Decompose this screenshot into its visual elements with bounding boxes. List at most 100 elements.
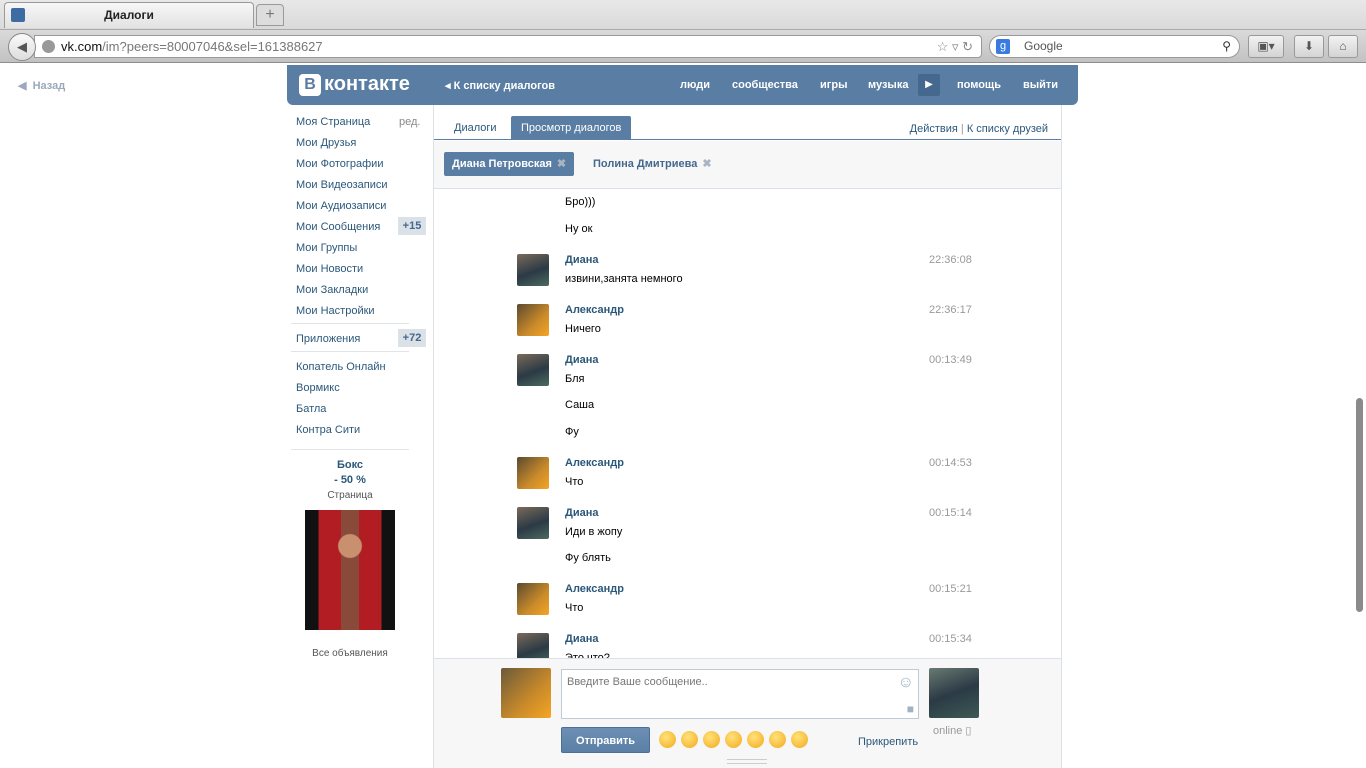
all-ads-link[interactable]: Все объявления	[291, 648, 409, 659]
bookmark-star-icon[interactable]: ☆ ▿ ↻	[937, 36, 973, 57]
peer-tab[interactable]: Полина Дмитриева ✖	[585, 152, 720, 176]
peer-tab[interactable]: Диана Петровская ✖	[444, 152, 575, 176]
emoji-icon[interactable]	[769, 731, 786, 748]
sidebar-item-groups[interactable]: Мои Группы	[296, 242, 357, 254]
ad-image[interactable]	[305, 510, 395, 630]
nav-games[interactable]: игры	[820, 79, 847, 91]
send-button[interactable]: Отправить	[561, 727, 650, 753]
sidebar-item-my-page[interactable]: Моя Страница	[296, 116, 370, 128]
ad-type: Страница	[327, 490, 373, 501]
sidebar-item-videos[interactable]: Мои Видеозаписи	[296, 179, 388, 191]
page-scrollbar[interactable]	[1356, 398, 1363, 612]
back-link[interactable]: ◀ Назад	[18, 79, 65, 92]
composer: Введите Ваше сообщение.. ☺ ■ online ▯ От…	[434, 658, 1061, 768]
peer-tabs: Диана Петровская ✖ Полина Дмитриева ✖	[434, 141, 1061, 189]
sender-name[interactable]: Диана	[565, 254, 598, 266]
app-link[interactable]: Батла	[296, 403, 326, 415]
smiley-icon[interactable]: ☺	[898, 674, 914, 692]
emoji-icon[interactable]	[791, 731, 808, 748]
vk-logo[interactable]: Вконтакте	[299, 73, 410, 96]
attach-link[interactable]: Прикрепить	[858, 736, 918, 748]
resize-handle[interactable]	[727, 759, 767, 764]
nav-logout[interactable]: выйти	[1023, 79, 1058, 91]
message-time: 22:36:08	[929, 253, 972, 266]
message-text: Ну ок	[565, 222, 593, 235]
message-text: Что	[565, 602, 584, 614]
logo-letter: В	[299, 73, 321, 96]
ad-block[interactable]: Бокс - 50 % Страница Все объявления	[291, 459, 409, 659]
messages-count-badge[interactable]: +15	[398, 217, 426, 235]
message-text: Что	[565, 475, 584, 488]
peer-avatar[interactable]	[929, 668, 979, 718]
emoji-icon[interactable]	[725, 731, 742, 748]
tabs: Диалоги Просмотр диалогов Действия | К с…	[434, 115, 1061, 140]
sidebar-item-news[interactable]: Мои Новости	[296, 263, 363, 275]
divider	[291, 323, 409, 324]
app-link[interactable]: Вормикс	[296, 382, 340, 394]
back-to-dialogs-link[interactable]: ◂ К списку диалогов	[445, 79, 555, 92]
message-text: Ничего	[565, 322, 601, 335]
message-time: 00:13:49	[929, 353, 972, 366]
apps-count-badge[interactable]: +72	[398, 329, 426, 347]
back-to-dialogs-label: К списку диалогов	[453, 80, 556, 92]
app-link[interactable]: Контра Сити	[296, 424, 360, 436]
sender-name[interactable]: Александр	[565, 304, 624, 316]
nav-communities[interactable]: сообщества	[732, 79, 798, 91]
bookmarks-button[interactable]: ▣▾	[1248, 35, 1284, 58]
nav-music[interactable]: музыка	[868, 79, 908, 91]
actions-link[interactable]: Действия	[910, 123, 958, 135]
my-avatar[interactable]	[501, 668, 551, 718]
sender-avatar[interactable]	[517, 506, 549, 539]
search-input[interactable]: g Google ⚲	[989, 35, 1240, 58]
sender-avatar[interactable]	[517, 353, 549, 386]
emoji-icon[interactable]	[659, 731, 676, 748]
back-button[interactable]: ◀	[8, 33, 36, 61]
emoji-icon[interactable]	[747, 731, 764, 748]
message-time: 00:15:34	[929, 633, 972, 645]
new-tab-button[interactable]: +	[256, 4, 284, 26]
sender-name[interactable]: Александр	[565, 457, 624, 469]
download-button[interactable]: ⬇	[1294, 35, 1324, 58]
globe-icon	[42, 40, 55, 53]
sender-avatar[interactable]	[517, 253, 549, 286]
message-input[interactable]: Введите Ваше сообщение.. ☺ ■	[561, 669, 919, 719]
address-bar[interactable]: vk.com/im?peers=80007046&sel=161388627 ☆ …	[34, 35, 982, 58]
dialog-panel: Диалоги Просмотр диалогов Действия | К с…	[433, 105, 1062, 768]
edit-link[interactable]: ред.	[399, 116, 420, 128]
sidebar-item-bookmarks[interactable]: Мои Закладки	[296, 284, 368, 296]
ad-title[interactable]: Бокс	[291, 459, 409, 471]
sidebar-item-friends[interactable]: Мои Друзья	[296, 137, 356, 149]
sender-name[interactable]: Диана	[565, 354, 598, 366]
close-icon[interactable]: ✖	[702, 158, 711, 170]
nav-help[interactable]: помощь	[957, 79, 1001, 91]
close-icon[interactable]: ✖	[557, 158, 566, 170]
friends-list-link[interactable]: К списку друзей	[967, 123, 1048, 135]
search-icon[interactable]: ⚲	[1222, 36, 1231, 57]
camera-icon[interactable]: ■	[907, 702, 914, 716]
sender-avatar[interactable]	[517, 456, 549, 489]
sender-avatar[interactable]	[517, 583, 549, 615]
emoji-icon[interactable]	[681, 731, 698, 748]
tab-view-dialogs[interactable]: Просмотр диалогов	[511, 116, 632, 140]
home-button[interactable]: ⌂	[1328, 35, 1358, 58]
sender-name[interactable]: Диана	[565, 507, 598, 519]
app-link[interactable]: Копатель Онлайн	[296, 361, 386, 373]
sender-name[interactable]: Диана	[565, 633, 598, 645]
nav-people[interactable]: люди	[680, 79, 710, 91]
tab-dialogs[interactable]: Диалоги	[444, 116, 507, 140]
sender-avatar[interactable]	[517, 303, 549, 336]
sender-avatar[interactable]	[517, 633, 549, 658]
emoji-icon[interactable]	[703, 731, 720, 748]
browser-tab[interactable]: Диалоги	[4, 2, 254, 28]
browser-toolbar: vk.com/im?peers=80007046&sel=161388627 ☆ …	[0, 29, 1366, 62]
message-list[interactable]: Бро))) Ну ок Диана 22:36:08 извини,занята не…	[434, 190, 1061, 658]
message-text: Бля	[565, 372, 585, 385]
sidebar-item-photos[interactable]: Мои Фотографии	[296, 158, 383, 170]
status-text: online	[933, 725, 963, 737]
sender-name[interactable]: Александр	[565, 583, 624, 595]
sidebar-item-audio[interactable]: Мои Аудиозаписи	[296, 200, 386, 212]
sidebar-item-messages[interactable]: Мои Сообщения	[296, 221, 380, 233]
music-play-button[interactable]: ▶	[918, 74, 940, 96]
sidebar-item-settings[interactable]: Мои Настройки	[296, 305, 375, 317]
sidebar-item-apps[interactable]: Приложения	[296, 333, 360, 345]
